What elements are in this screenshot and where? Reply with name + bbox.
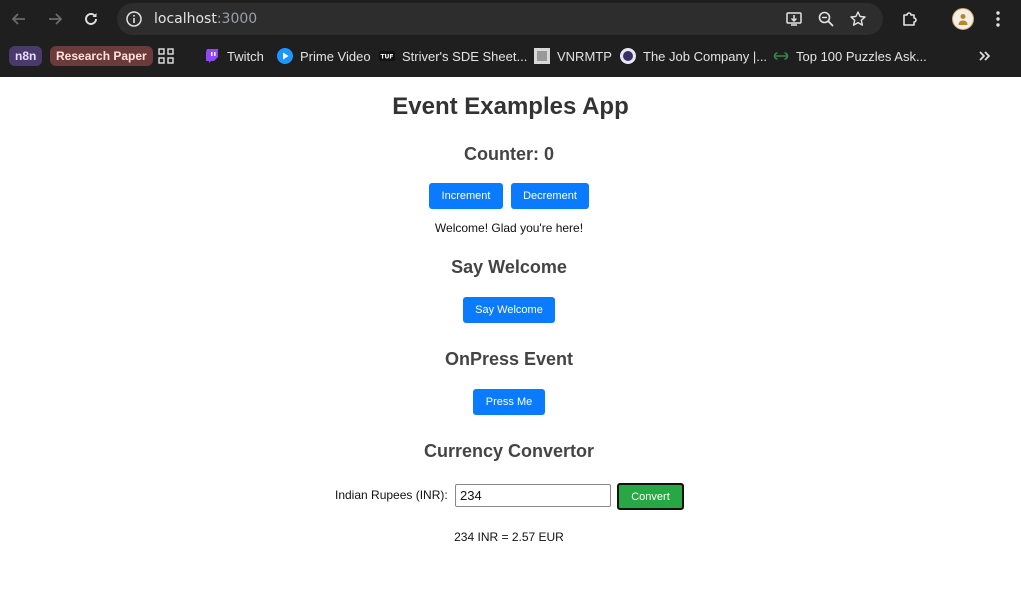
profile-button[interactable]: [951, 7, 975, 31]
back-button[interactable]: [7, 7, 31, 31]
tuf-icon: TUF: [379, 48, 395, 64]
increment-button[interactable]: Increment: [429, 183, 503, 209]
press-me-button[interactable]: Press Me: [473, 389, 545, 415]
twitch-icon: [204, 48, 220, 64]
address-bar[interactable]: localhost:3000: [117, 3, 883, 35]
bookmark-label: Striver's SDE Sheet...: [402, 48, 528, 64]
more-vert-icon: [996, 11, 1000, 27]
page-title: Event Examples App: [392, 93, 629, 120]
bookmark-research-paper[interactable]: Research Paper: [50, 46, 153, 66]
zoom-icon[interactable]: [816, 9, 836, 29]
welcome-message: Welcome! Glad you're here!: [434, 221, 584, 235]
bookmark-label: Twitch: [227, 48, 264, 64]
extensions-button[interactable]: [898, 7, 922, 31]
apps-grid-button[interactable]: [158, 46, 174, 66]
bookmark-n8n[interactable]: n8n: [9, 46, 43, 66]
site-info-icon[interactable]: [125, 10, 143, 28]
browser-chrome: localhost:3000 n8n Research Paper Twitch…: [0, 0, 1021, 77]
bookmark-label: The Job Company |...: [643, 48, 768, 64]
app-page: Event Examples App Counter: 0 Increment …: [0, 77, 1021, 601]
say-welcome-heading: Say Welcome: [451, 257, 567, 277]
vnrmtp-icon: [534, 48, 550, 64]
bookmark-label: Top 100 Puzzles Ask...: [796, 48, 927, 64]
bookmarks-overflow-button[interactable]: [978, 46, 992, 66]
bookmark-strivers-sde-sheet[interactable]: TUF Striver's SDE Sheet...: [379, 46, 527, 66]
apps-grid-icon: [158, 48, 174, 64]
conversion-result: 234 INR = 2.57 EUR: [454, 530, 564, 544]
counter-heading: Counter: 0: [464, 144, 554, 164]
bookmark-label: Prime Video: [300, 48, 371, 64]
arrow-left-icon: [11, 13, 25, 25]
bookmark-the-job-company[interactable]: The Job Company |...: [620, 46, 767, 66]
say-welcome-button[interactable]: Say Welcome: [463, 297, 555, 323]
bookmark-label: VNRMTP: [557, 48, 612, 64]
inr-amount-input[interactable]: [455, 484, 611, 507]
bookmark-twitch[interactable]: Twitch: [204, 46, 264, 66]
arrow-right-icon: [49, 13, 63, 25]
double-chevron-right-icon: [979, 51, 991, 61]
menu-button[interactable]: [986, 7, 1010, 31]
bookmark-label: Research Paper: [50, 46, 153, 66]
currency-heading: Currency Convertor: [423, 441, 595, 461]
job-company-icon: [620, 48, 636, 64]
svg-text:TUF: TUF: [380, 54, 393, 61]
bookmark-star-icon[interactable]: [848, 9, 868, 29]
decrement-button[interactable]: Decrement: [511, 183, 589, 209]
prime-video-icon: [277, 48, 293, 64]
bookmark-prime-video[interactable]: Prime Video: [277, 46, 371, 66]
onpress-heading: OnPress Event: [444, 349, 574, 369]
puzzle-icon: [903, 12, 917, 26]
url-host: localhost: [154, 11, 217, 27]
browser-toolbar: localhost:3000: [0, 0, 1021, 38]
bookmark-vnrmtp[interactable]: VNRMTP: [534, 46, 612, 66]
bookmark-top-100-puzzles[interactable]: Top 100 Puzzles Ask...: [773, 46, 927, 66]
convert-button[interactable]: Convert: [617, 483, 684, 510]
avatar: [952, 8, 974, 30]
url-text[interactable]: localhost:3000: [154, 11, 257, 27]
gfg-icon: [773, 48, 789, 64]
bookmarks-bar: n8n Research Paper Twitch Prime Video TU…: [0, 40, 1021, 72]
install-app-icon[interactable]: [784, 9, 804, 29]
reload-button[interactable]: [79, 7, 103, 31]
forward-button[interactable]: [43, 7, 67, 31]
bookmark-label: n8n: [9, 46, 43, 66]
reload-icon: [85, 13, 97, 25]
url-port: :3000: [216, 11, 258, 27]
inr-input-label: Indian Rupees (INR):: [335, 488, 448, 502]
